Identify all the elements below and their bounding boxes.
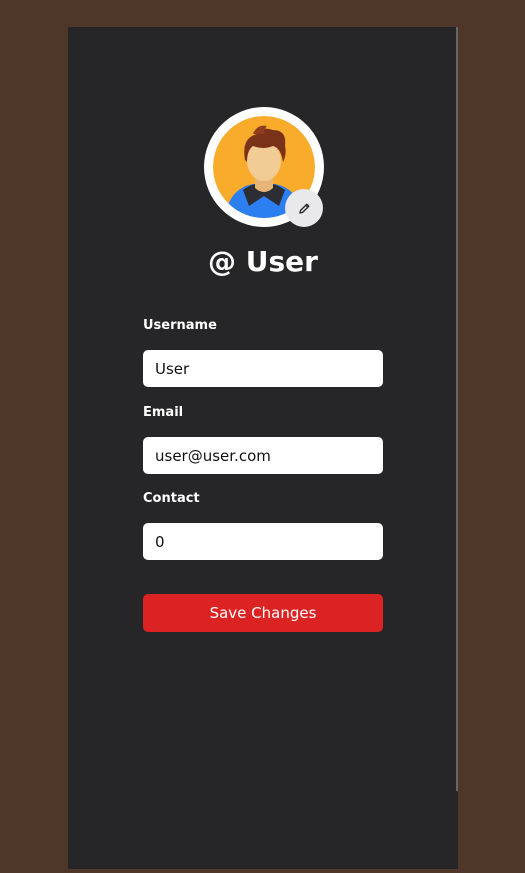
pencil-icon [298,203,309,214]
contact-input[interactable] [143,523,383,560]
contact-label: Contact [143,491,200,506]
page-title: @ User [208,245,318,278]
save-changes-button[interactable]: Save Changes [143,594,383,632]
email-input[interactable] [143,437,383,474]
edit-avatar-button[interactable] [285,189,323,227]
username-input[interactable] [143,350,383,387]
email-label: Email [143,405,184,420]
username-label: Username [143,318,217,333]
panel-divider [456,27,458,791]
